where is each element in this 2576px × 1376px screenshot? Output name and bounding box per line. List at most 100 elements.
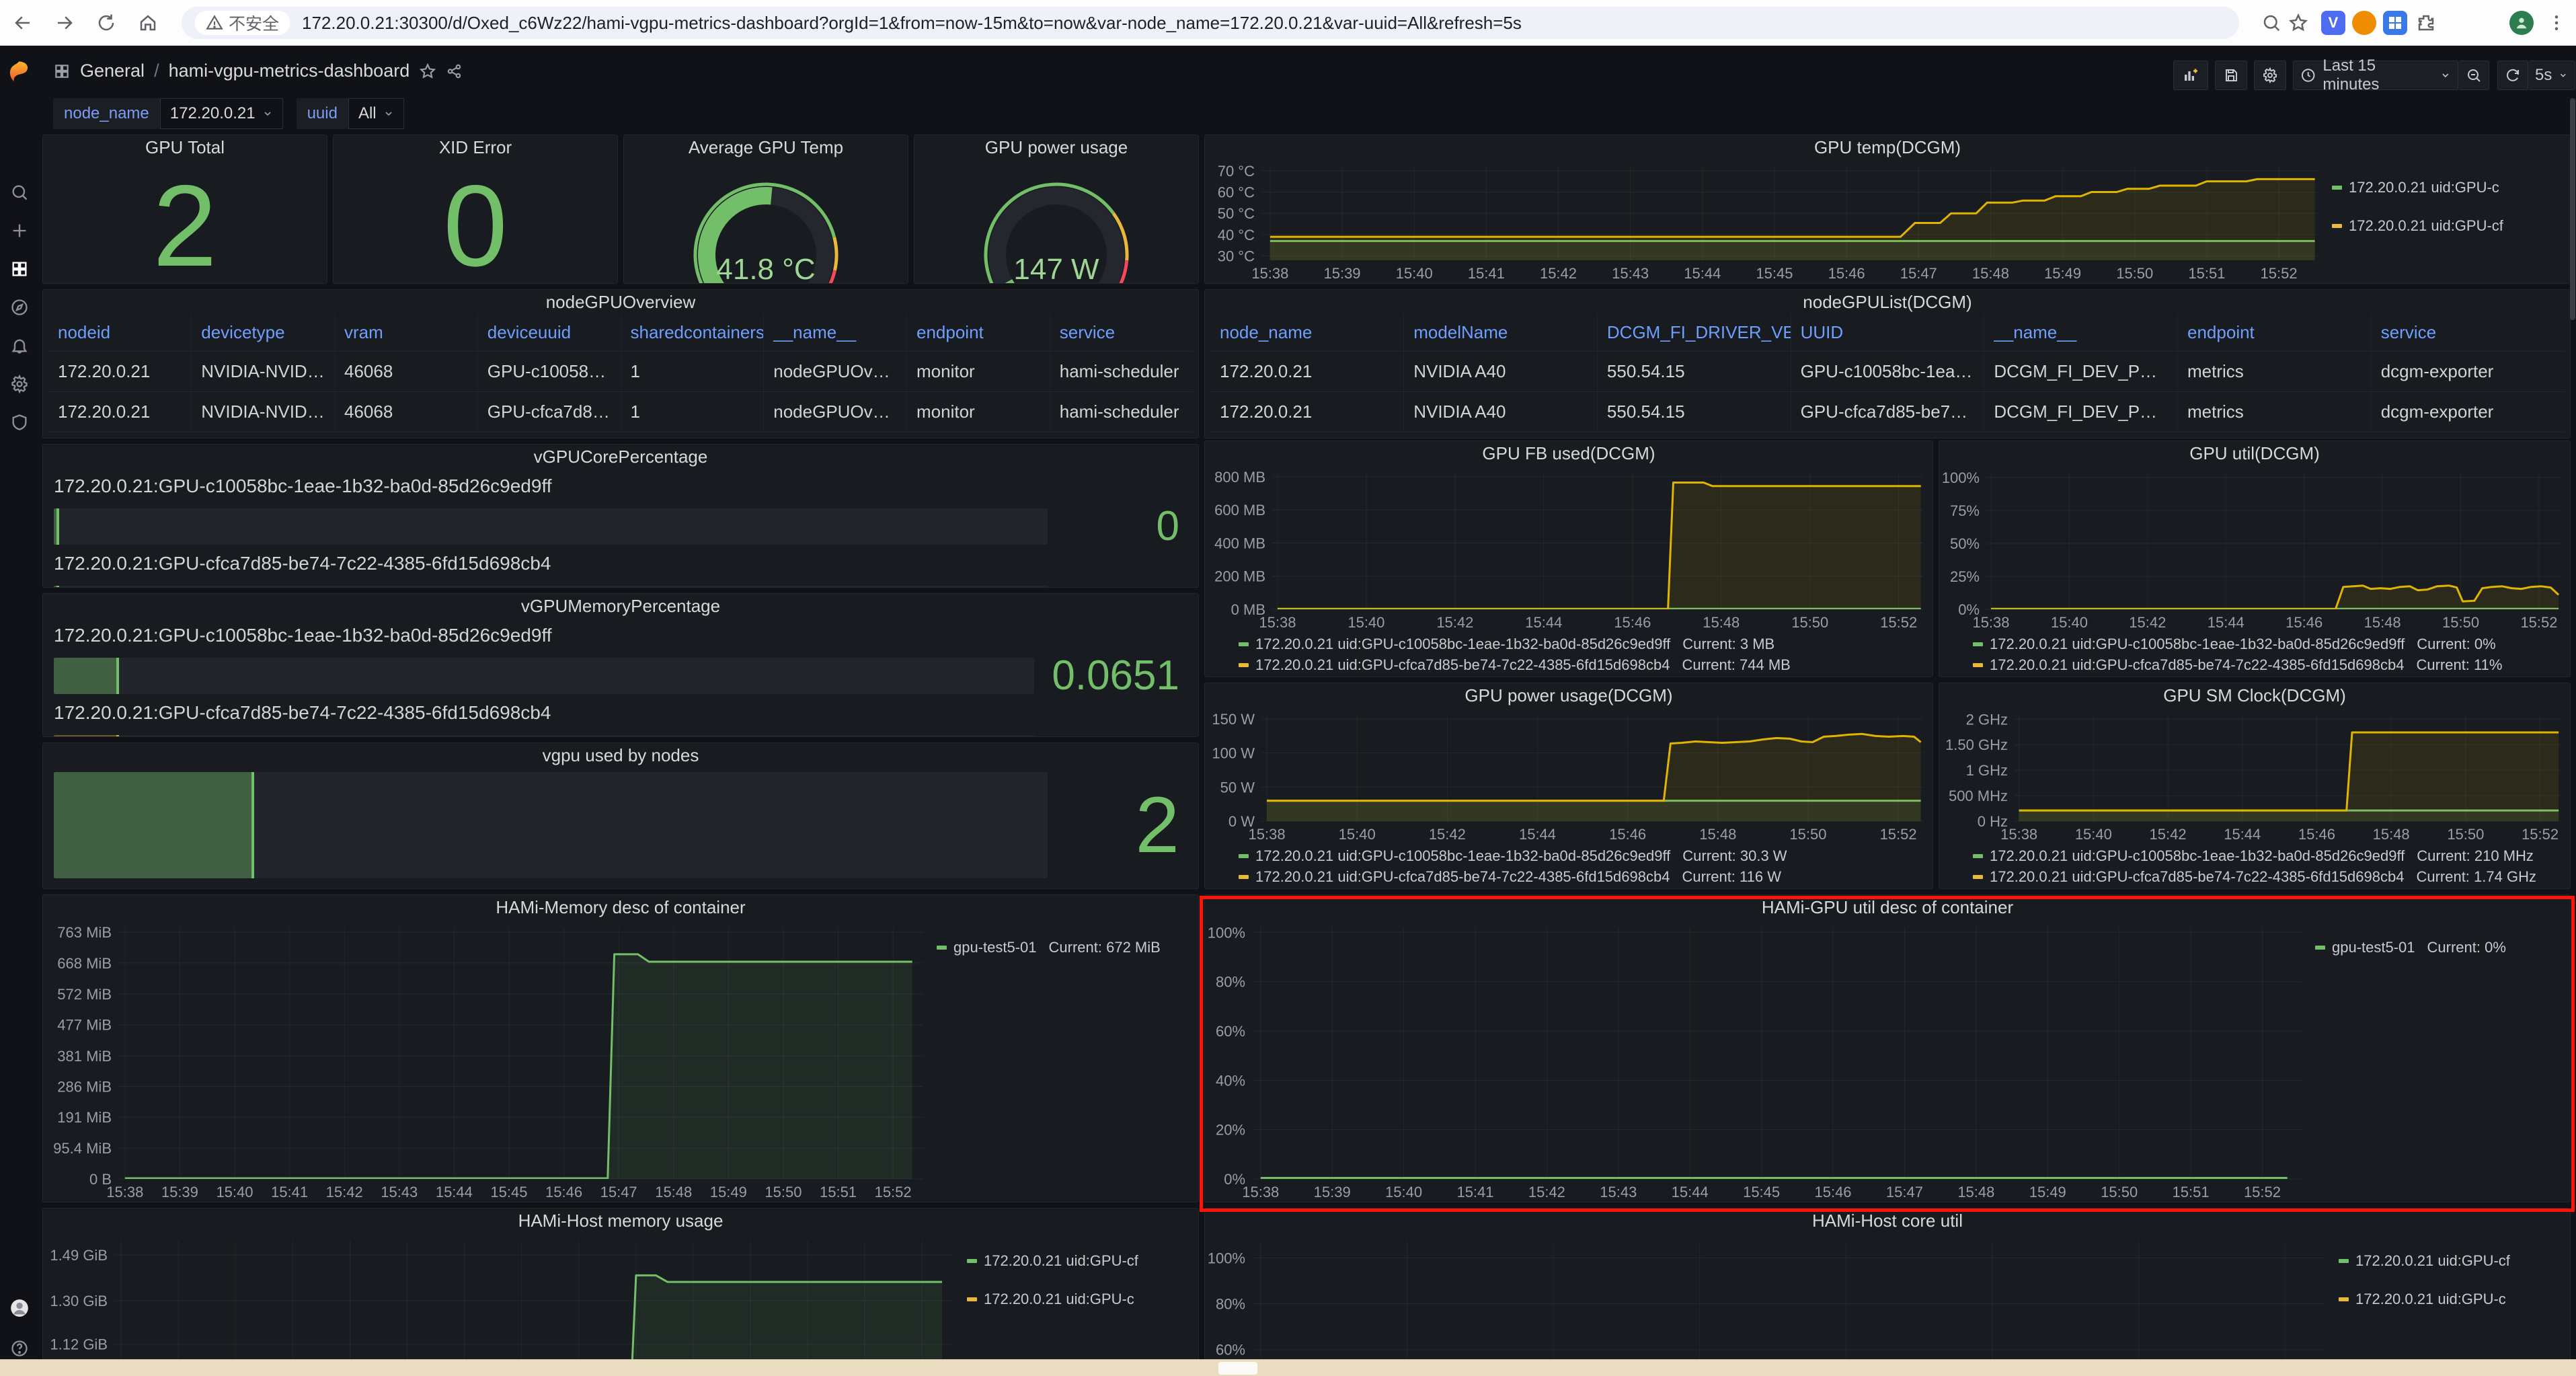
grafana-logo[interactable]: [5, 59, 33, 87]
scrollbar-thumb[interactable]: [2570, 98, 2575, 320]
reload-icon[interactable]: [93, 9, 120, 36]
panel-title[interactable]: nodeGPUOverview: [43, 290, 1198, 314]
panel-title[interactable]: vGPUMemoryPercentage: [43, 594, 1198, 618]
panel-title[interactable]: HAMi-GPU util desc of container: [1205, 895, 2570, 919]
svg-text:15:52: 15:52: [1880, 614, 1917, 631]
panel-title[interactable]: HAMi-Host core util: [1205, 1209, 2570, 1233]
alerting-bell-icon[interactable]: [9, 336, 30, 356]
url-bar[interactable]: 不安全 172.20.0.21:30300/d/Oxed_c6Wz22/hami…: [182, 7, 2239, 39]
share-icon[interactable]: [446, 63, 463, 80]
profile-avatar[interactable]: [2509, 11, 2534, 35]
extension-v-icon[interactable]: V: [2321, 11, 2345, 35]
panel-title[interactable]: GPU Total: [43, 135, 327, 159]
legend-item[interactable]: 172.20.0.21 uid:GPU-c: [967, 1289, 1196, 1309]
panel-title[interactable]: GPU util(DCGM): [1939, 441, 2570, 465]
panel-title[interactable]: vgpu used by nodes: [43, 743, 1198, 767]
column-header[interactable]: modelName: [1404, 314, 1598, 352]
dashboard-settings-button[interactable]: [2254, 61, 2286, 90]
legend-item[interactable]: 172.20.0.21 uid:GPU-c10058bc-1eae-1b32-b…: [1239, 845, 1933, 866]
extension-orange-icon[interactable]: [2352, 11, 2376, 35]
column-header[interactable]: node_name: [1210, 314, 1404, 352]
zoom-out-button[interactable]: [2458, 61, 2489, 90]
panel-title[interactable]: vGPUCorePercentage: [43, 445, 1198, 469]
chart-plot: 15:3815:4015:4215:4415:4615:4815:5015:52…: [1939, 465, 2570, 632]
panel-title[interactable]: GPU SM Clock(DCGM): [1939, 683, 2570, 708]
legend-current-value: Current: 672 MiB: [1049, 939, 1161, 956]
configuration-gear-icon[interactable]: [9, 374, 30, 394]
svg-text:15:38: 15:38: [1251, 265, 1288, 282]
browser-menu-icon[interactable]: [2543, 9, 2570, 36]
panel-title[interactable]: GPU power usage(DCGM): [1205, 683, 1933, 708]
svg-text:80%: 80%: [1216, 974, 1245, 991]
column-header[interactable]: nodeid: [48, 314, 192, 352]
chart-legend: gpu-test5-01Current: 672 MiB: [933, 919, 1198, 1202]
svg-text:0 B: 0 B: [89, 1171, 112, 1188]
user-avatar-icon[interactable]: [9, 1298, 30, 1318]
panel-title[interactable]: HAMi-Memory desc of container: [43, 895, 1198, 919]
panel-title[interactable]: GPU temp(DCGM): [1205, 135, 2570, 159]
legend-item[interactable]: 172.20.0.21 uid:GPU-cf: [967, 1250, 1196, 1271]
column-header[interactable]: __name__: [764, 314, 907, 352]
panel-title[interactable]: Average GPU Temp: [624, 135, 908, 159]
legend-item[interactable]: 172.20.0.21 uid:GPU-c: [2339, 1289, 2567, 1309]
refresh-button[interactable]: [2497, 61, 2528, 90]
home-icon[interactable]: [134, 9, 161, 36]
time-range-picker[interactable]: Last 15 minutes: [2293, 61, 2458, 90]
breadcrumb-section[interactable]: General: [80, 61, 145, 81]
legend-item[interactable]: 172.20.0.21 uid:GPU-c10058bc-1eae-1b32-b…: [1239, 634, 1933, 654]
panel-title[interactable]: GPU FB used(DCGM): [1205, 441, 1933, 465]
legend-item[interactable]: gpu-test5-01Current: 0%: [2315, 937, 2567, 958]
column-header[interactable]: sharedcontainers: [621, 314, 764, 352]
legend-item[interactable]: 172.20.0.21 uid:GPU-c10058bc-1eae-1b32-b…: [1973, 845, 2570, 866]
legend-item[interactable]: 172.20.0.21 uid:GPU-cfca7d85-be74-7c22-4…: [1239, 654, 1933, 675]
legend-item[interactable]: 172.20.0.21 uid:GPU-cf: [2332, 215, 2567, 236]
legend-item[interactable]: gpu-test5-01Current: 672 MiB: [937, 937, 1196, 958]
bookmark-star-icon[interactable]: [2285, 9, 2312, 36]
refresh-interval-picker[interactable]: 5s: [2528, 61, 2575, 90]
help-icon[interactable]: [9, 1338, 30, 1359]
column-header[interactable]: UUID: [1791, 314, 1984, 352]
legend-item[interactable]: 172.20.0.21 uid:GPU-c10058bc-1eae-1b32-b…: [1973, 634, 2570, 654]
taskbar-item[interactable]: [1218, 1362, 1257, 1375]
panel-title[interactable]: XID Error: [334, 135, 617, 159]
extension-grid-icon[interactable]: [2383, 11, 2407, 35]
dashboards-icon[interactable]: [9, 259, 30, 279]
column-header[interactable]: service: [2371, 314, 2565, 352]
bar-gauge-row: 172.20.0.21:GPU-c10058bc-1eae-1b32-ba0d-…: [54, 622, 1179, 699]
legend-item[interactable]: 172.20.0.21 uid:GPU-cfca7d85-be74-7c22-4…: [1973, 654, 2570, 675]
svg-text:15:45: 15:45: [1743, 1184, 1780, 1200]
back-icon[interactable]: [9, 9, 36, 36]
add-panel-button[interactable]: [2173, 61, 2208, 90]
variable-node-name-select[interactable]: 172.20.0.21: [160, 98, 283, 129]
favorite-star-icon[interactable]: [419, 63, 436, 80]
admin-shield-icon[interactable]: [9, 412, 30, 432]
panel-title[interactable]: GPU power usage: [914, 135, 1198, 159]
create-plus-icon[interactable]: [9, 221, 30, 241]
legend-item[interactable]: 172.20.0.21 uid:GPU-cf: [2339, 1250, 2567, 1271]
column-header[interactable]: service: [1050, 314, 1193, 352]
column-header[interactable]: __name__: [1984, 314, 2178, 352]
svg-text:15:38: 15:38: [1242, 1184, 1279, 1200]
forward-icon[interactable]: [51, 9, 78, 36]
variable-uuid-select[interactable]: All: [348, 98, 404, 129]
legend-item[interactable]: 172.20.0.21 uid:GPU-cfca7d85-be74-7c22-4…: [1239, 866, 1933, 887]
panel-title[interactable]: HAMi-Host memory usage: [43, 1209, 1198, 1233]
panel-hami-host-core-util: HAMi-Host core util 15:3815:4015:4215:44…: [1204, 1208, 2571, 1376]
search-icon[interactable]: [9, 182, 30, 202]
breadcrumb-separator: /: [154, 61, 159, 81]
legend-item[interactable]: 172.20.0.21 uid:GPU-c: [2332, 177, 2567, 198]
security-chip[interactable]: 不安全: [195, 11, 290, 35]
column-header[interactable]: endpoint: [2178, 314, 2372, 352]
column-header[interactable]: vram: [335, 314, 478, 352]
column-header[interactable]: devicetype: [192, 314, 335, 352]
breadcrumb-title[interactable]: hami-vgpu-metrics-dashboard: [169, 61, 410, 81]
legend-item[interactable]: 172.20.0.21 uid:GPU-cfca7d85-be74-7c22-4…: [1973, 866, 2570, 887]
extensions-puzzle-icon[interactable]: [2413, 9, 2440, 36]
column-header[interactable]: DCGM_FI_DRIVER_VERSION: [1597, 314, 1791, 352]
save-dashboard-button[interactable]: [2215, 61, 2247, 90]
panel-title[interactable]: nodeGPUList(DCGM): [1205, 290, 2570, 314]
page-zoom-icon[interactable]: [2258, 9, 2285, 36]
column-header[interactable]: endpoint: [907, 314, 1050, 352]
explore-compass-icon[interactable]: [9, 297, 30, 317]
column-header[interactable]: deviceuuid: [477, 314, 621, 352]
